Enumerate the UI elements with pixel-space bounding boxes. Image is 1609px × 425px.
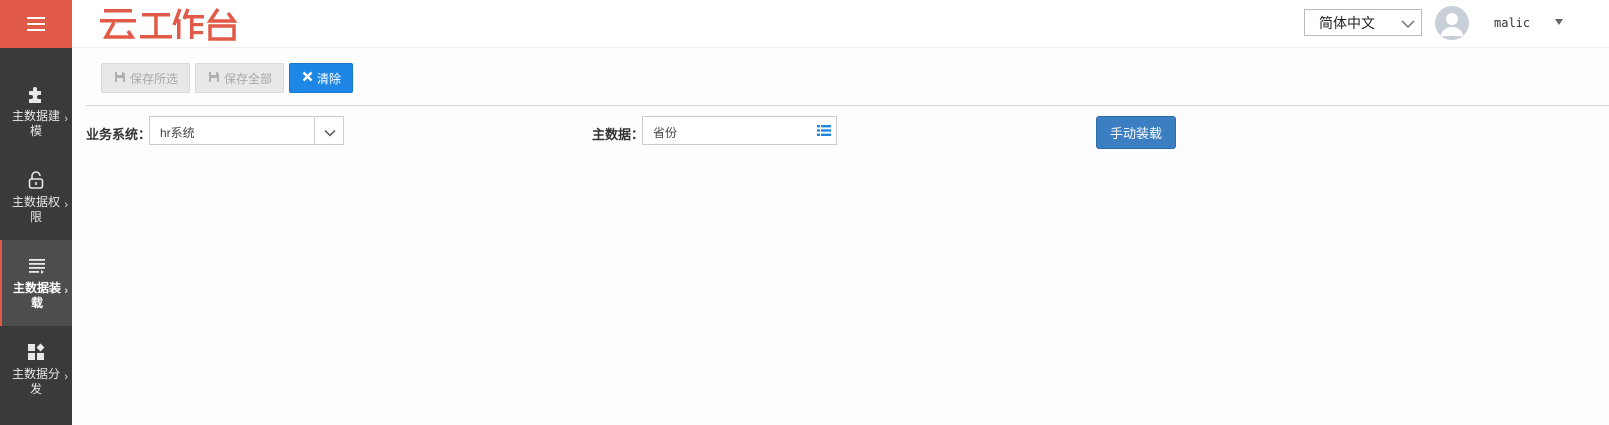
user-menu-caret-icon[interactable] [1555, 19, 1563, 25]
hamburger-icon [27, 17, 45, 31]
toolbar-divider [86, 105, 1609, 106]
chevron-right-icon: › [64, 371, 68, 383]
select-separator [314, 117, 315, 144]
app-logo [100, 5, 240, 46]
chevron-right-icon: › [64, 199, 68, 211]
chevron-down-icon [1401, 16, 1415, 32]
sidebar-item-distribution[interactable]: 主数据分发 › [0, 326, 72, 412]
chevron-right-icon: › [64, 285, 68, 297]
sidebar-item-label: 主数据权限 [11, 195, 60, 224]
save-icon [208, 71, 220, 86]
save-selected-label: 保存所选 [130, 71, 179, 86]
username[interactable]: malic [1494, 16, 1530, 30]
avatar[interactable] [1435, 6, 1469, 40]
master-data-label: 主数据： [592, 127, 645, 142]
business-system-label: 业务系统： [86, 127, 152, 142]
save-icon [114, 71, 126, 86]
sidebar-item-permissions[interactable]: 主数据权限 › [0, 154, 72, 240]
grid-share-icon [25, 341, 47, 363]
menu-toggle-button[interactable] [0, 0, 72, 48]
sidebar-item-loading[interactable]: 主数据装载 › [0, 240, 72, 326]
language-select[interactable]: 简体中文 [1304, 9, 1422, 36]
chevron-right-icon: › [64, 113, 68, 125]
list-icon[interactable] [817, 124, 831, 140]
master-data-lookup[interactable]: 省份 [642, 116, 837, 145]
close-icon [302, 71, 313, 85]
save-selected-button[interactable]: 保存所选 [101, 63, 191, 93]
manual-load-button[interactable]: 手动装载 [1096, 116, 1176, 149]
save-all-label: 保存全部 [224, 71, 273, 86]
business-system-value: hr系统 [160, 126, 195, 140]
list-load-icon [26, 255, 48, 277]
puzzle-icon [25, 83, 47, 105]
business-system-select[interactable]: hr系统 [149, 116, 344, 145]
toolbar: 保存所选 保存全部 清除 [101, 63, 354, 93]
language-select-value: 简体中文 [1319, 15, 1375, 31]
sidebar-item-label: 主数据建模 [11, 109, 60, 138]
sidebar-item-label: 主数据装载 [12, 281, 61, 310]
master-data-value: 省份 [653, 126, 678, 140]
save-all-button[interactable]: 保存全部 [195, 63, 285, 93]
sidebar-item-modeling[interactable]: 主数据建模 › [0, 68, 72, 154]
top-header: 简体中文 malic [72, 0, 1609, 48]
sidebar-item-label: 主数据分发 [11, 367, 60, 396]
clear-label: 清除 [317, 71, 342, 86]
lock-icon [25, 169, 47, 191]
sidebar: 主数据建模 › 主数据权限 › 主数据装载 › 主数据分发 › [0, 0, 72, 425]
chevron-down-icon [324, 126, 336, 140]
clear-button[interactable]: 清除 [289, 63, 354, 93]
